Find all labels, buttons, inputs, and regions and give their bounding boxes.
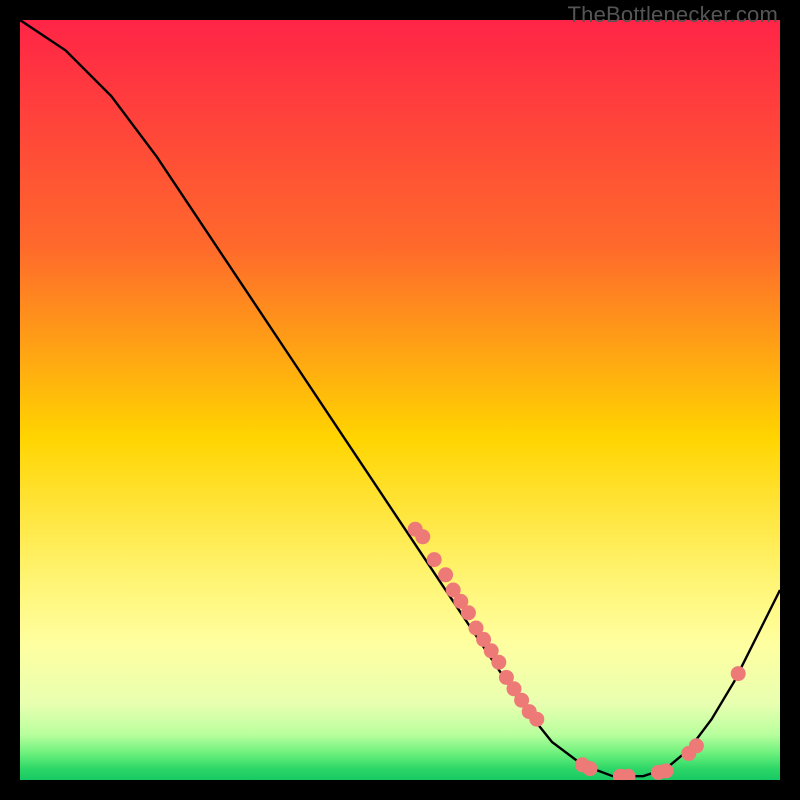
data-point [529, 712, 544, 727]
chart-frame [20, 20, 780, 780]
data-point [461, 605, 476, 620]
data-point [659, 763, 674, 778]
chart-svg [20, 20, 780, 780]
gradient-background [20, 20, 780, 780]
data-point [689, 738, 704, 753]
watermark-text: TheBottlenecker.com [568, 2, 778, 28]
data-point [415, 529, 430, 544]
data-point [583, 761, 598, 776]
data-point [427, 552, 442, 567]
data-point [491, 655, 506, 670]
data-point [731, 666, 746, 681]
data-point [438, 567, 453, 582]
